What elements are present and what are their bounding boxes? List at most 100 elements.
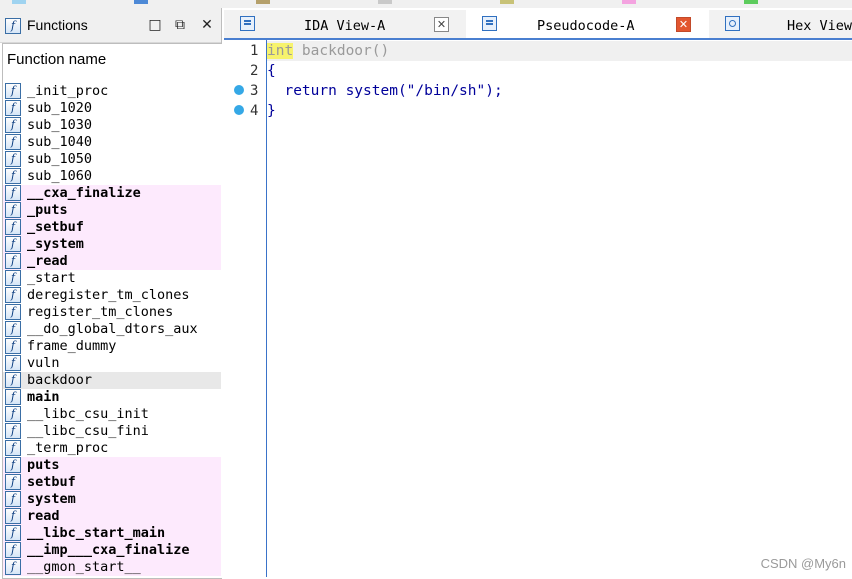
function-row[interactable]: f vuln bbox=[3, 355, 221, 372]
function-icon: f bbox=[5, 185, 21, 201]
pseudocode-view-icon bbox=[482, 16, 497, 31]
function-name: system bbox=[27, 491, 76, 507]
function-icon: f bbox=[5, 423, 21, 439]
function-row[interactable]: f _start bbox=[3, 270, 221, 287]
function-name: _puts bbox=[27, 202, 68, 218]
function-row[interactable]: f __gmon_start__ bbox=[3, 559, 221, 576]
function-icon: f bbox=[5, 219, 21, 235]
function-row[interactable]: f puts bbox=[3, 457, 221, 474]
function-name: setbuf bbox=[27, 474, 76, 490]
legend-swatch bbox=[12, 0, 26, 4]
function-row[interactable]: f _init_proc bbox=[3, 83, 221, 100]
close-tab-icon[interactable]: ✕ bbox=[676, 17, 691, 32]
function-row[interactable]: f deregister_tm_clones bbox=[3, 287, 221, 304]
function-row[interactable]: f _system bbox=[3, 236, 221, 253]
tab-ida-view-a[interactable]: IDA View-A ✕ bbox=[224, 10, 464, 38]
tab-label: Hex View bbox=[787, 18, 852, 34]
function-name: _system bbox=[27, 236, 84, 252]
function-name: __gmon_start__ bbox=[27, 559, 141, 575]
legend-swatch bbox=[622, 0, 636, 4]
function-name: __cxa_finalize bbox=[27, 185, 141, 201]
code-line-1[interactable]: int backdoor() bbox=[267, 41, 852, 61]
function-name: __libc_csu_init bbox=[27, 406, 149, 422]
function-row[interactable]: f register_tm_clones bbox=[3, 304, 221, 321]
line-number: 1 bbox=[250, 43, 259, 59]
function-row[interactable]: f __do_global_dtors_aux bbox=[3, 321, 221, 338]
function-name: sub_1060 bbox=[27, 168, 93, 184]
code-line-4[interactable]: } bbox=[267, 101, 276, 121]
function-icon: f bbox=[5, 491, 21, 507]
close-icon[interactable]: ✕ bbox=[199, 17, 215, 33]
function-name: register_tm_clones bbox=[27, 304, 174, 320]
line-number: 2 bbox=[250, 63, 259, 79]
code-line-2[interactable]: { bbox=[267, 61, 276, 81]
function-icon: f bbox=[5, 168, 21, 184]
function-row[interactable]: f __libc_csu_fini bbox=[3, 423, 221, 440]
function-icon: f bbox=[5, 372, 21, 388]
keyword-int: int bbox=[267, 43, 294, 59]
navigation-band-legend bbox=[0, 0, 852, 8]
column-header-function-name[interactable]: Function name bbox=[7, 51, 106, 68]
function-list[interactable]: Function name f _init_proc f sub_1020 f sub_1… bbox=[2, 43, 222, 579]
function-icon: f bbox=[5, 440, 21, 456]
function-row[interactable]: f __cxa_finalize bbox=[3, 185, 221, 202]
function-row[interactable]: f sub_1060 bbox=[3, 168, 221, 185]
function-row[interactable]: f sub_1050 bbox=[3, 151, 221, 168]
function-name: deregister_tm_clones bbox=[27, 287, 190, 303]
breakpoint-dot-icon[interactable] bbox=[234, 105, 244, 115]
function-icon: f bbox=[5, 18, 21, 35]
function-row[interactable]: f backdoor bbox=[3, 372, 221, 389]
function-row[interactable]: f __libc_start_main bbox=[3, 525, 221, 542]
function-row[interactable]: f sub_1020 bbox=[3, 100, 221, 117]
function-row[interactable]: f setbuf bbox=[3, 474, 221, 491]
function-row[interactable]: f __libc_csu_init bbox=[3, 406, 221, 423]
tab-bar: IDA View-A ✕ Pseudocode-A ✕ Hex View bbox=[224, 10, 852, 40]
pseudocode-editor[interactable]: int backdoor() { return system("/bin/sh"… bbox=[267, 40, 852, 577]
line-gutter[interactable]: 1 2 3 4 bbox=[224, 40, 267, 577]
function-icon: f bbox=[5, 355, 21, 371]
function-row[interactable]: f _setbuf bbox=[3, 219, 221, 236]
function-name: sub_1040 bbox=[27, 134, 93, 150]
function-name: __libc_start_main bbox=[27, 525, 166, 541]
close-tab-icon[interactable]: ✕ bbox=[434, 17, 449, 32]
code-line-3[interactable]: return system("/bin/sh"); bbox=[267, 81, 502, 101]
function-row[interactable]: f _read bbox=[3, 253, 221, 270]
function-name: _init_proc bbox=[27, 83, 109, 99]
function-name: _start bbox=[27, 270, 76, 286]
function-name: __libc_csu_fini bbox=[27, 423, 149, 439]
legend-swatch bbox=[744, 0, 758, 4]
function-name: read bbox=[27, 508, 60, 524]
function-icon: f bbox=[5, 457, 21, 473]
function-icon: f bbox=[5, 134, 21, 150]
function-row[interactable]: f frame_dummy bbox=[3, 338, 221, 355]
tab-hex-view[interactable]: Hex View bbox=[711, 10, 852, 38]
function-row[interactable]: f _term_proc bbox=[3, 440, 221, 457]
function-icon: f bbox=[5, 304, 21, 320]
hex-view-icon bbox=[725, 16, 740, 31]
legend-swatch bbox=[378, 0, 392, 4]
function-row[interactable]: f system bbox=[3, 491, 221, 508]
function-row[interactable]: f read bbox=[3, 508, 221, 525]
function-icon: f bbox=[5, 474, 21, 490]
function-icon: f bbox=[5, 508, 21, 524]
function-name: __imp___cxa_finalize bbox=[27, 542, 190, 558]
tab-label: IDA View-A bbox=[304, 18, 386, 34]
function-row[interactable]: f main bbox=[3, 389, 221, 406]
function-row[interactable]: f _puts bbox=[3, 202, 221, 219]
tab-pseudocode-a[interactable]: Pseudocode-A ✕ bbox=[466, 10, 709, 38]
function-icon: f bbox=[5, 270, 21, 286]
function-name: _term_proc bbox=[27, 440, 109, 456]
function-name: sub_1050 bbox=[27, 151, 93, 167]
functions-window: f Functions □ ⧉ ✕ Function name f _init_pr… bbox=[0, 8, 222, 579]
float-window-icon[interactable]: ⧉ bbox=[172, 17, 188, 33]
function-row[interactable]: f __imp___cxa_finalize bbox=[3, 542, 221, 559]
function-name: backdoor bbox=[27, 372, 93, 388]
breakpoint-dot-icon[interactable] bbox=[234, 85, 244, 95]
function-signature: backdoor() bbox=[293, 43, 390, 59]
function-row[interactable]: f sub_1040 bbox=[3, 134, 221, 151]
function-icon: f bbox=[5, 151, 21, 167]
function-row[interactable]: f sub_1030 bbox=[3, 117, 221, 134]
maximize-icon[interactable]: □ bbox=[147, 17, 163, 33]
function-icon: f bbox=[5, 525, 21, 541]
tab-label: Pseudocode-A bbox=[537, 18, 635, 34]
